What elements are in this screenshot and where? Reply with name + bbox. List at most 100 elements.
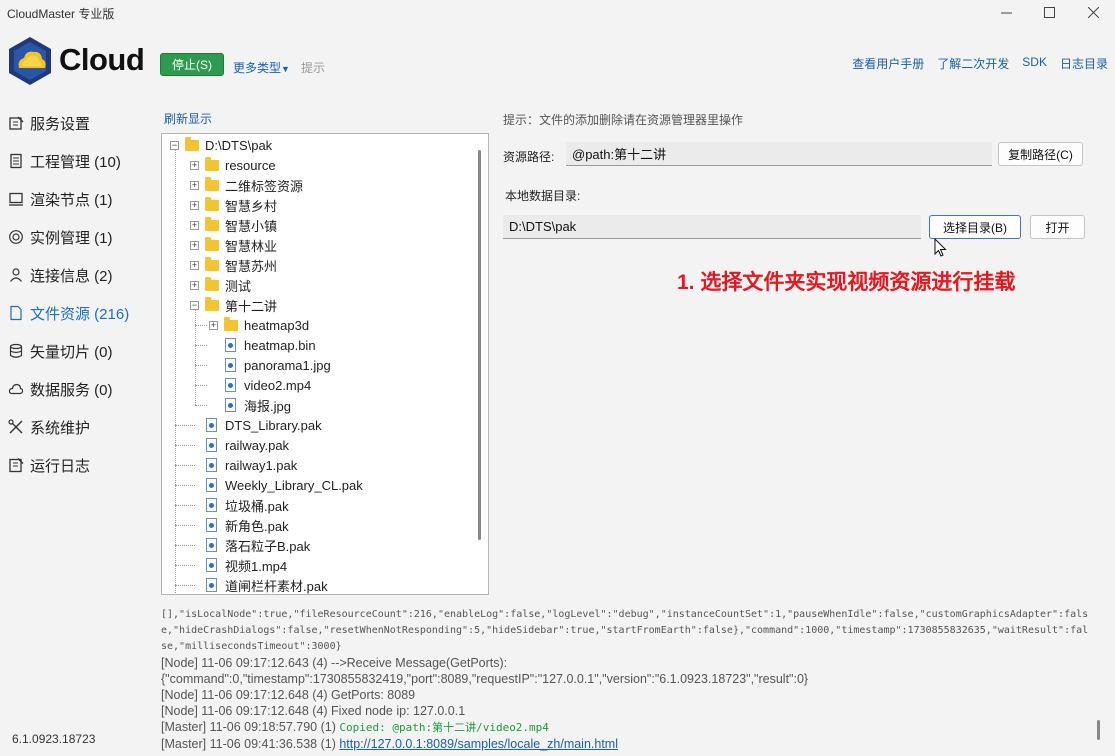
sidebar-item-data-services[interactable]: 数据服务 (0) xyxy=(0,370,150,408)
tree-item-label: DTS_Library.pak xyxy=(225,417,322,433)
target-icon xyxy=(9,230,23,244)
refresh-link[interactable]: 刷新显示 xyxy=(164,110,212,127)
expand-icon[interactable]: + xyxy=(190,240,199,250)
tree-folder[interactable]: + 测试 xyxy=(190,275,251,295)
sidebar-item-instances[interactable]: 实例管理 (1) xyxy=(0,218,150,256)
top-links: 查看用户手册 了解二次开发 SDK 日志目录 xyxy=(852,55,1108,72)
tree-folder[interactable]: + heatmap3d xyxy=(209,315,309,335)
copied-text: Copied: @path:第十二讲/video2.mp4 xyxy=(339,721,549,734)
expand-icon[interactable]: + xyxy=(190,220,199,230)
tree-file[interactable]: railway.pak xyxy=(204,435,289,455)
tree-file[interactable]: 海报.jpg xyxy=(223,395,291,415)
tree-folder[interactable]: + 二维标签资源 xyxy=(190,175,303,195)
secondary-dev-link[interactable]: 了解二次开发 xyxy=(937,55,1009,72)
sidebar-item-connections[interactable]: 连接信息 (2) xyxy=(0,256,150,294)
tree-file[interactable]: heatmap.bin xyxy=(223,335,316,355)
folder-icon xyxy=(224,316,238,331)
tree-folder[interactable]: + 智慧乡村 xyxy=(190,195,277,215)
maximize-button[interactable] xyxy=(1027,0,1071,24)
file-icon xyxy=(206,558,217,572)
tree-item-label: 测试 xyxy=(225,278,252,294)
file-icon xyxy=(206,478,217,492)
collapse-icon[interactable]: − xyxy=(190,300,199,310)
annotation-text: 1. 选择文件夹实现视频资源进行挂载 xyxy=(677,271,1016,294)
tree-file[interactable]: Weekly_Library_CL.pak xyxy=(204,475,363,495)
sidebar-item-projects[interactable]: 工程管理 (10) xyxy=(0,142,150,180)
tree-file[interactable]: 道闸栏杆素材.pak xyxy=(204,575,328,594)
tree-item-label: heatmap3d xyxy=(244,317,310,333)
more-types-dropdown[interactable]: 更多类型▼ xyxy=(233,59,290,76)
sdk-link[interactable]: SDK xyxy=(1022,55,1047,72)
file-icon xyxy=(206,418,217,432)
hint-link[interactable]: 提示 xyxy=(301,59,325,76)
file-icon xyxy=(206,458,217,472)
log-line: e,"hideCrashDialogs":false,"resetWhenNot… xyxy=(161,625,1089,636)
file-icon xyxy=(206,438,217,452)
copy-path-button[interactable]: 复制路径(C) xyxy=(998,142,1083,166)
tree-file[interactable]: panorama1.jpg xyxy=(223,355,331,375)
tree-scrollbar[interactable] xyxy=(478,150,481,540)
tree-item-label: D:\DTS\pak xyxy=(205,137,273,153)
sidebar-item-vector-tiles[interactable]: 矢量切片 (0) xyxy=(0,332,150,370)
tree-file[interactable]: 新角色.pak xyxy=(204,515,289,535)
tree-root[interactable]: − D:\DTS\pak xyxy=(170,135,272,155)
sidebar-item-render-nodes[interactable]: 渲染节点 (1) xyxy=(0,180,150,218)
folder-icon xyxy=(205,276,219,291)
choose-dir-button[interactable]: 选择目录(B) xyxy=(929,215,1021,239)
resource-path-field[interactable]: @path:第十二讲 xyxy=(566,142,992,166)
database-icon xyxy=(9,343,23,358)
expand-icon[interactable]: + xyxy=(190,200,199,210)
file-tree[interactable]: − D:\DTS\pak + resource + 二维标签资源 + 智慧乡村 … xyxy=(161,133,489,595)
folder-icon xyxy=(205,216,219,231)
close-button[interactable] xyxy=(1071,0,1115,24)
sidebar-item-label: 实例管理 (1) xyxy=(30,229,113,247)
tree-folder[interactable]: + resource xyxy=(190,155,276,175)
tree-item-label: resource xyxy=(225,157,276,173)
sidebar-item-service-settings[interactable]: 服务设置 xyxy=(0,104,150,142)
open-button[interactable]: 打开 xyxy=(1030,215,1085,239)
tree-folder[interactable]: + 智慧林业 xyxy=(190,235,277,255)
version-label: 6.1.0923.18723 xyxy=(12,732,96,746)
tree-file[interactable]: video2.mp4 xyxy=(223,375,311,395)
collapse-icon[interactable]: − xyxy=(170,140,179,150)
log-line: {"command":0,"timestamp":1730855832419,"… xyxy=(161,672,809,686)
expand-icon[interactable]: + xyxy=(190,260,199,270)
stop-button[interactable]: 停止(S) xyxy=(160,53,224,76)
expand-icon[interactable]: + xyxy=(190,280,199,290)
tree-item-label: 落石粒子B.pak xyxy=(225,538,311,554)
tree-folder-open[interactable]: − 第十二讲 xyxy=(190,295,277,315)
log-scrollbar[interactable] xyxy=(1097,720,1100,740)
tree-file[interactable]: 落石粒子B.pak xyxy=(204,535,310,555)
tree-file[interactable]: 视频1.mp4 xyxy=(204,555,287,575)
file-icon xyxy=(225,338,236,352)
log-prefix: [Master] 11-06 09:18:57.790 (1) xyxy=(161,720,340,734)
sidebar-item-file-resources[interactable]: 文件资源 (216) xyxy=(0,294,150,332)
settings-edit-icon xyxy=(9,116,24,130)
expand-icon[interactable]: + xyxy=(190,180,199,190)
sidebar-item-run-log[interactable]: 运行日志 xyxy=(0,446,150,484)
tree-item-label: 海报.jpg xyxy=(244,398,291,414)
tree-file[interactable]: railway1.pak xyxy=(204,455,297,475)
expand-icon[interactable]: + xyxy=(190,160,199,170)
file-icon xyxy=(225,378,236,392)
tree-item-label: 第十二讲 xyxy=(225,298,278,314)
folder-icon xyxy=(205,156,219,171)
minimize-icon xyxy=(1000,12,1012,13)
tree-folder[interactable]: + 智慧小镇 xyxy=(190,215,277,235)
sidebar-item-maintenance[interactable]: 系统维护 xyxy=(0,408,150,446)
minimize-button[interactable] xyxy=(984,0,1028,24)
log-directory-link[interactable]: 日志目录 xyxy=(1060,55,1108,72)
tree-item-label: 道闸栏杆素材.pak xyxy=(225,578,328,594)
window-title: CloudMaster 专业版 xyxy=(7,7,115,21)
sample-url-link[interactable]: http://127.0.0.1:8089/samples/locale_zh/… xyxy=(339,737,618,751)
folder-icon xyxy=(205,296,219,311)
sidebar-item-label: 服务设置 xyxy=(30,115,91,133)
expand-icon[interactable]: + xyxy=(209,320,218,330)
tree-folder[interactable]: + 智慧苏州 xyxy=(190,255,277,275)
user-manual-link[interactable]: 查看用户手册 xyxy=(852,55,924,72)
local-dir-field[interactable]: D:\DTS\pak xyxy=(503,215,921,239)
folder-icon xyxy=(205,196,219,211)
sidebar-item-label: 运行日志 xyxy=(30,457,91,475)
tree-file[interactable]: DTS_Library.pak xyxy=(204,415,322,435)
tree-file[interactable]: 垃圾桶.pak xyxy=(204,495,289,515)
